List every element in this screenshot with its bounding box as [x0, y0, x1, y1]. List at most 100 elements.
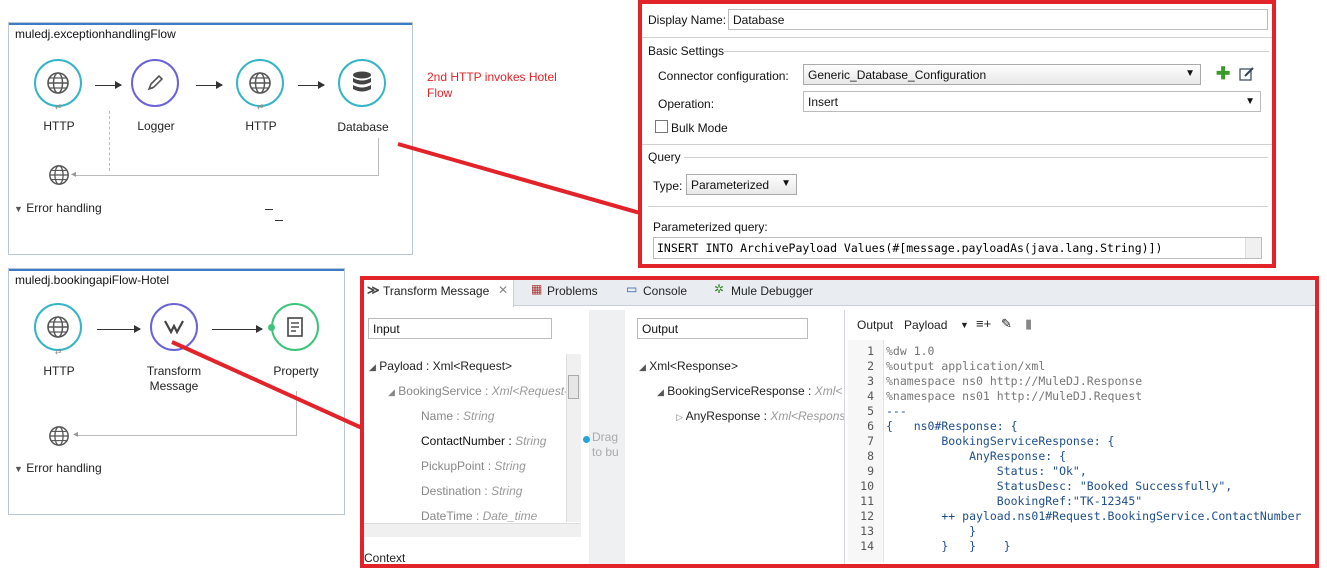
parameterized-query-editor[interactable]: INSERT INTO ArchivePayload Values(#[mess…: [653, 237, 1262, 259]
tree-name: DateTime: [421, 509, 473, 523]
triangle-down-icon: ◢: [369, 362, 376, 372]
chevron-down-icon[interactable]: ▼: [960, 320, 969, 330]
tree-name: BookingService: [398, 384, 482, 398]
group-divider: [648, 206, 1268, 207]
line-number: 9: [867, 464, 874, 478]
tree-name: Payload: [379, 359, 423, 373]
pencil-icon[interactable]: ✎: [1001, 316, 1012, 332]
tab-mule-debugger[interactable]: Mule Debugger: [731, 284, 813, 298]
tree-type: Xml<Request-: [491, 384, 569, 398]
context-tab[interactable]: Context: [364, 551, 405, 565]
tree-node-anyresponse[interactable]: ▷ AnyResponse : Xml<Respons: [676, 409, 845, 423]
line-number: 14: [860, 539, 874, 553]
chevron-down-icon: ▼: [1185, 68, 1195, 79]
line-number: 12: [860, 509, 874, 523]
type-label: Type:: [653, 179, 683, 193]
tree-type: Date_time: [482, 509, 538, 523]
operation-value: Insert: [808, 95, 839, 109]
tree-type: String: [463, 409, 495, 423]
group-divider: [724, 51, 1269, 52]
tree-name: Destination: [421, 484, 482, 498]
code-line: %output application/xml: [886, 359, 1046, 373]
dataweave-icon: ≫: [367, 283, 380, 297]
query-type-value: Parameterized: [691, 178, 770, 192]
group-divider: [642, 144, 1272, 145]
tree-type: Xml<Respons: [770, 409, 846, 423]
code-line: ---: [886, 404, 907, 418]
code-line: }: [886, 524, 977, 538]
line-number: 1: [867, 344, 874, 358]
code-line: Status: "Ok",: [886, 464, 1087, 478]
code-line: %namespace ns0 http://MuleDJ.Response: [886, 374, 1143, 388]
connector-config-select[interactable]: Generic_Database_Configuration ▼: [803, 64, 1201, 85]
display-name-input[interactable]: Database: [728, 9, 1268, 30]
basic-settings-header: Basic Settings: [648, 44, 725, 58]
triangle-right-icon: ▷: [676, 412, 683, 422]
tree-name: AnyResponse: [685, 409, 761, 423]
tree-name: PickupPoint: [421, 459, 485, 473]
tree-leaf[interactable]: Name : String: [421, 409, 494, 423]
triangle-down-icon: ◢: [657, 387, 664, 397]
tab-problems[interactable]: Problems: [547, 284, 598, 298]
close-icon[interactable]: ✕: [498, 283, 508, 297]
group-divider: [684, 157, 1268, 158]
add-icon[interactable]: ✚: [1216, 64, 1230, 84]
scroll-thumb[interactable]: [568, 375, 579, 399]
tree-type: Xml<Request>: [432, 359, 513, 373]
tree-type: String: [494, 459, 526, 473]
line-number: 2: [867, 359, 874, 373]
output-toolbar-label: Output: [857, 318, 894, 332]
query-header: Query: [648, 150, 681, 164]
tree-type: String: [515, 434, 547, 448]
tree-leaf[interactable]: Destination : String: [421, 484, 522, 498]
code-line: } } }: [886, 539, 1011, 553]
tree-node-bookingserviceresponse[interactable]: ◢ BookingServiceResponse : Xml<: [657, 384, 842, 398]
input-hscroll[interactable]: [364, 523, 581, 537]
operation-label: Operation:: [658, 97, 715, 111]
drag-hint: Drag to bu: [592, 430, 619, 459]
line-number: 8: [867, 449, 874, 463]
trash-icon[interactable]: ▮: [1025, 316, 1032, 332]
code-line: %namespace ns01 http://MuleDJ.Request: [886, 389, 1143, 403]
tree-node-bookingservice[interactable]: ◢ BookingService : Xml<Request-: [388, 384, 568, 398]
line-number: 6: [867, 419, 874, 433]
tree-type: Xml<: [814, 384, 843, 398]
tree-name: BookingServiceResponse: [667, 384, 805, 398]
tree-leaf[interactable]: DateTime : Date_time: [421, 509, 537, 523]
pane-divider: [844, 310, 845, 564]
add-output-icon[interactable]: ≡+: [976, 316, 991, 331]
code-editor[interactable]: 1 %dw 1.0 2 %output application/xml 3 %namesp…: [848, 340, 1315, 562]
problems-icon: ▦: [531, 282, 543, 296]
output-target-select[interactable]: Payload: [904, 318, 947, 332]
tab-label: Transform Message: [383, 284, 490, 298]
debugger-icon: ✲: [714, 282, 725, 296]
code-line: ++ payload.ns01#Request.BookingService.C…: [886, 509, 1302, 523]
edit-icon[interactable]: [1239, 66, 1255, 81]
query-type-select[interactable]: Parameterized ▼: [686, 174, 797, 195]
line-number: 3: [867, 374, 874, 388]
chevron-down-icon: ▼: [781, 178, 791, 189]
chevron-down-icon: ▼: [1245, 96, 1255, 107]
input-search[interactable]: Input: [368, 318, 552, 339]
tree-root-response[interactable]: ◢ Xml<Response>: [639, 359, 738, 373]
connector-config-value: Generic_Database_Configuration: [808, 68, 987, 82]
query-scrollbar[interactable]: [1245, 238, 1261, 258]
mapping-point: [583, 436, 590, 443]
operation-select[interactable]: Insert ▼: [803, 91, 1261, 112]
bulk-mode-label: Bulk Mode: [671, 121, 728, 135]
tree-name: Xml<Response>: [649, 359, 738, 373]
line-number: 11: [860, 494, 874, 508]
code-line: StatusDesc: "Booked Successfully",: [886, 479, 1233, 493]
tree-root-payload[interactable]: ◢ Payload : Xml<Request>: [369, 359, 512, 373]
line-number: 4: [867, 389, 874, 403]
tree-leaf[interactable]: ContactNumber : String: [421, 434, 546, 448]
tab-console[interactable]: Console: [643, 284, 687, 298]
tree-type: String: [491, 484, 523, 498]
bulk-mode-checkbox[interactable]: [655, 120, 668, 133]
query-text: INSERT INTO ArchivePayload Values(#[mess…: [657, 241, 1163, 255]
code-line: %dw 1.0: [886, 344, 935, 358]
tree-leaf[interactable]: PickupPoint : String: [421, 459, 526, 473]
line-number: 5: [867, 404, 874, 418]
code-line: AnyResponse: {: [886, 449, 1067, 463]
output-search[interactable]: Output: [637, 318, 808, 339]
